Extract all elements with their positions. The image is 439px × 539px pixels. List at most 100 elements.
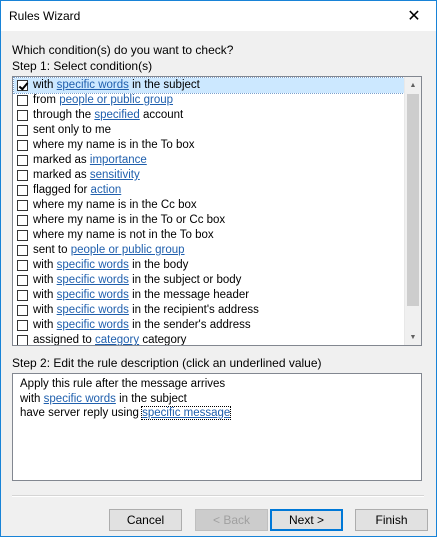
condition-link[interactable]: importance [90, 153, 147, 168]
condition-link[interactable]: specific words [57, 258, 129, 273]
condition-link[interactable]: action [91, 183, 122, 198]
condition-link[interactable]: specific words [57, 288, 129, 303]
condition-item[interactable]: sent only to me [14, 123, 406, 138]
back-button[interactable]: < Back [195, 509, 268, 531]
description-text: have server reply using [20, 407, 143, 419]
condition-item[interactable]: flagged for action [14, 183, 406, 198]
condition-checkbox[interactable] [17, 230, 28, 241]
condition-link[interactable]: people or public group [71, 243, 185, 258]
specific-message-link[interactable]: specific message [141, 406, 232, 420]
description-text: with [20, 392, 44, 405]
scroll-down-icon[interactable]: ▼ [405, 329, 421, 345]
condition-checkbox[interactable] [17, 275, 28, 286]
condition-link[interactable]: specific words [57, 318, 129, 333]
condition-item[interactable]: marked as importance [14, 153, 406, 168]
condition-item[interactable]: with specific words in the message heade… [14, 288, 406, 303]
condition-text: with [33, 289, 57, 301]
description-line-1: Apply this rule after the message arrive… [20, 378, 226, 390]
condition-checkbox[interactable] [17, 245, 28, 256]
condition-checkbox[interactable] [17, 140, 28, 151]
condition-text: with [33, 319, 57, 331]
conditions-items: with specific words in the subject from p… [13, 77, 407, 346]
condition-checkbox[interactable] [17, 320, 28, 331]
condition-text: with [33, 79, 57, 91]
condition-text: in the sender's address [128, 319, 251, 331]
condition-item[interactable]: sent to people or public group [14, 243, 406, 258]
cancel-button[interactable]: Cancel [109, 509, 182, 531]
condition-checkbox[interactable] [17, 170, 28, 181]
condition-checkbox[interactable] [17, 110, 28, 121]
condition-checkbox[interactable] [17, 200, 28, 211]
question-label: Which condition(s) do you want to check? [12, 43, 234, 57]
condition-item[interactable]: where my name is in the To or Cc box [14, 213, 406, 228]
condition-item[interactable]: with specific words in the body [14, 258, 406, 273]
description-line-3: have server reply using specific message [20, 406, 414, 421]
condition-text: where my name is in the Cc box [33, 199, 197, 211]
condition-text: through the [33, 109, 95, 121]
condition-item[interactable]: marked as sensitivity [14, 168, 406, 183]
conditions-scrollbar[interactable]: ▲ ▼ [404, 77, 421, 345]
condition-checkbox[interactable] [17, 155, 28, 166]
condition-checkbox[interactable] [17, 260, 28, 271]
condition-checkbox[interactable] [17, 185, 28, 196]
condition-checkbox[interactable] [17, 215, 28, 226]
window-title: Rules Wizard [9, 9, 81, 23]
condition-text: category [139, 334, 187, 346]
condition-item[interactable]: assigned to category category [14, 333, 406, 346]
condition-link[interactable]: sensitivity [90, 168, 140, 183]
condition-checkbox[interactable] [17, 290, 28, 301]
condition-text: flagged for [33, 184, 91, 196]
condition-link[interactable]: people or public group [59, 93, 173, 108]
condition-text: assigned to [33, 334, 96, 346]
description-line-2: with specific words in the subject [20, 392, 414, 407]
condition-item[interactable]: from people or public group [14, 93, 406, 108]
condition-text: in the subject [128, 79, 200, 91]
condition-checkbox[interactable] [17, 335, 28, 345]
condition-text: where my name is not in the To box [33, 229, 214, 241]
condition-link[interactable]: specific words [57, 273, 129, 288]
condition-item[interactable]: with specific words in the subject or bo… [14, 273, 406, 288]
condition-link[interactable]: specific words [57, 303, 129, 318]
close-icon[interactable]: ✕ [392, 1, 436, 31]
condition-text: in the body [128, 259, 189, 271]
condition-text: account [139, 109, 184, 121]
condition-text: where my name is in the To or Cc box [33, 214, 226, 226]
condition-text: in the subject or body [128, 274, 242, 286]
condition-text: with [33, 274, 57, 286]
condition-item[interactable]: where my name is in the Cc box [14, 198, 406, 213]
condition-link[interactable]: category [95, 333, 139, 345]
condition-item[interactable]: with specific words in the subject [13, 77, 407, 94]
condition-item[interactable]: where my name is in the To box [14, 138, 406, 153]
condition-item[interactable]: with specific words in the sender's addr… [14, 318, 406, 333]
condition-checkbox[interactable] [17, 80, 28, 91]
condition-text: in the message header [128, 289, 250, 301]
condition-text: from [33, 94, 60, 106]
condition-item[interactable]: where my name is not in the To box [14, 228, 406, 243]
finish-button[interactable]: Finish [355, 509, 428, 531]
condition-item[interactable]: with specific words in the recipient's a… [14, 303, 406, 318]
rules-wizard-dialog: Rules Wizard ✕ Which condition(s) do you… [0, 0, 437, 537]
condition-checkbox[interactable] [17, 305, 28, 316]
condition-link[interactable]: specified [94, 108, 139, 123]
rule-description-box: Apply this rule after the message arrive… [12, 373, 422, 481]
step2-label: Step 2: Edit the rule description (click… [12, 356, 322, 370]
condition-text: where my name is in the To box [33, 139, 195, 151]
condition-checkbox[interactable] [17, 95, 28, 106]
condition-link[interactable]: specific words [57, 78, 129, 93]
title-bar: Rules Wizard ✕ [1, 1, 436, 31]
specific-words-link[interactable]: specific words [44, 393, 116, 405]
condition-checkbox[interactable] [17, 125, 28, 136]
description-text: in the subject [115, 392, 187, 405]
button-separator [12, 495, 424, 497]
condition-item[interactable]: through the specified account [14, 108, 406, 123]
step1-label: Step 1: Select condition(s) [12, 59, 153, 73]
condition-text: sent only to me [33, 124, 111, 136]
condition-text: marked as [33, 169, 90, 181]
conditions-list[interactable]: with specific words in the subject from p… [12, 76, 422, 346]
scroll-thumb[interactable] [407, 94, 419, 306]
condition-text: with [33, 304, 57, 316]
condition-text: with [33, 259, 57, 271]
next-button[interactable]: Next > [270, 509, 343, 531]
condition-text: in the recipient's address [128, 304, 259, 316]
scroll-up-icon[interactable]: ▲ [405, 77, 421, 93]
